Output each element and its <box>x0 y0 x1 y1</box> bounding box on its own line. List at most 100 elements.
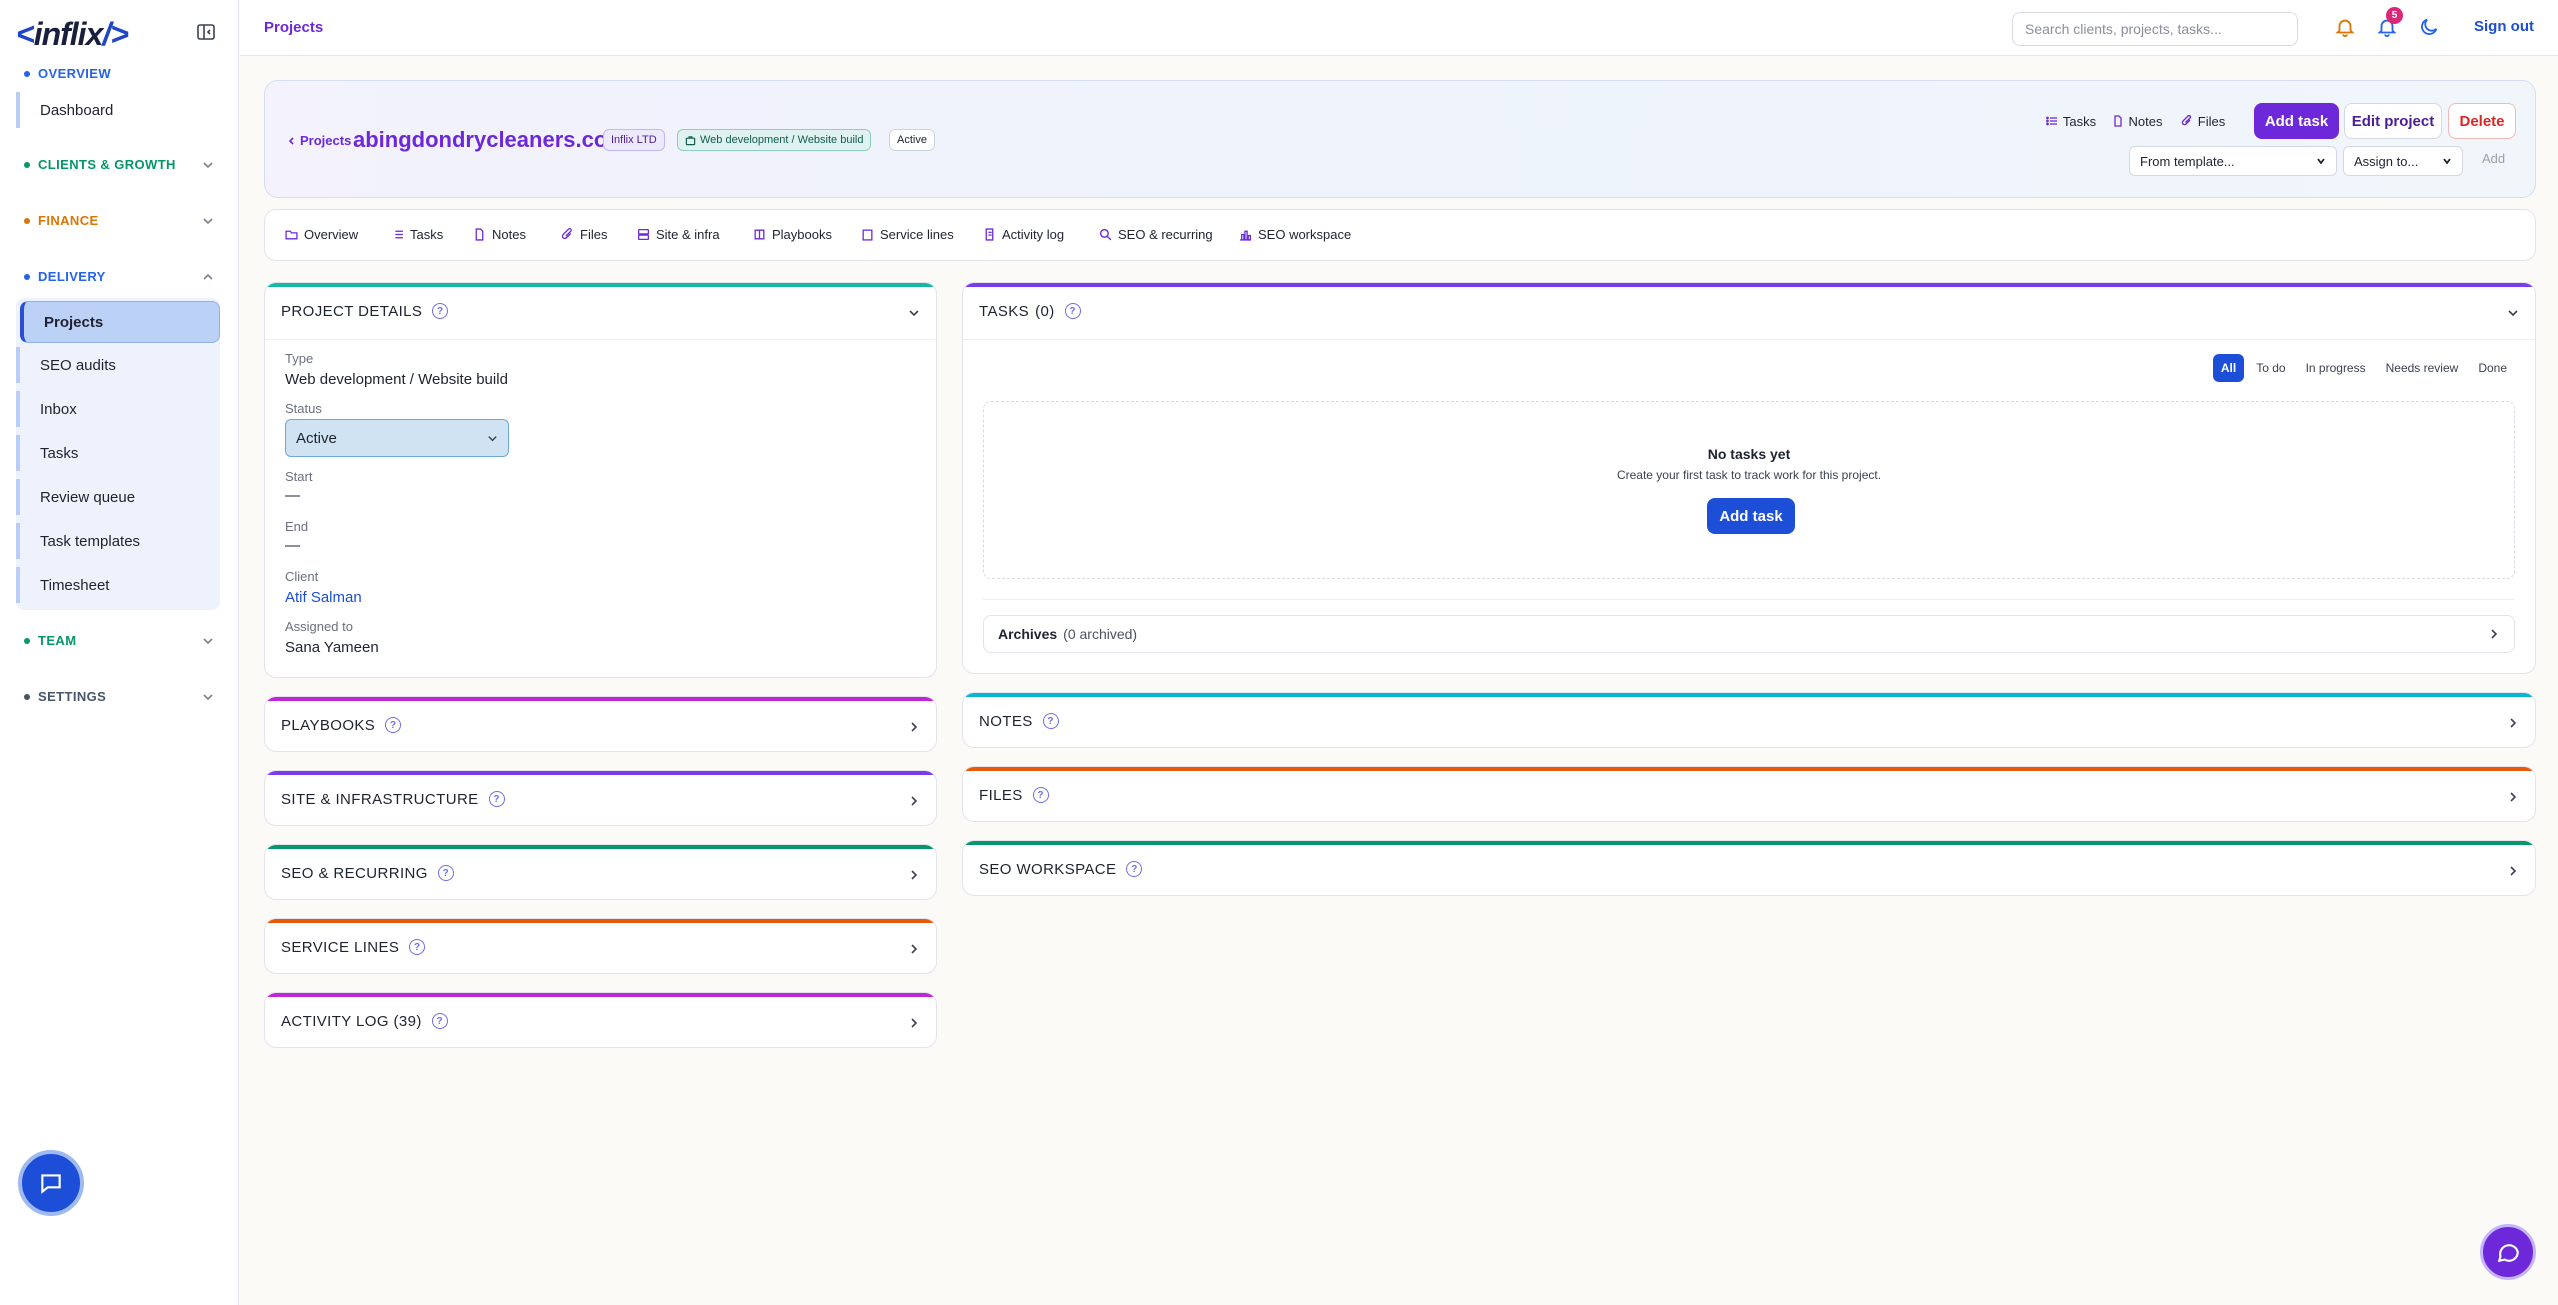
assign-add-button[interactable]: Add <box>2482 151 2505 166</box>
tab-playbooks[interactable]: Playbooks <box>753 227 832 242</box>
app-logo[interactable]: <inflix/> <box>16 16 129 53</box>
nav-section-overview[interactable]: OVERVIEW <box>24 66 214 81</box>
delete-project-button[interactable]: Delete <box>2448 103 2516 139</box>
playbooks-panel[interactable]: PLAYBOOKS? <box>264 696 937 752</box>
nav-section-settings[interactable]: SETTINGS <box>24 689 214 704</box>
filter-to-do[interactable]: To do <box>2248 354 2293 382</box>
empty-add-task-button[interactable]: Add task <box>1707 498 1795 534</box>
filter-all[interactable]: All <box>2212 354 2245 382</box>
tab-label: Tasks <box>410 227 444 242</box>
panel-header[interactable]: PLAYBOOKS? <box>281 697 402 751</box>
nav-section-finance[interactable]: FINANCE <box>24 213 214 228</box>
template-select-value: From template... <box>2140 153 2235 169</box>
dark-mode-icon[interactable] <box>2418 16 2442 40</box>
help-icon[interactable]: ? <box>385 717 402 733</box>
panel-header[interactable]: TASKS (0) ? <box>979 283 1081 339</box>
chevron-right-icon[interactable] <box>908 1017 920 1029</box>
support-chat-button[interactable] <box>18 1150 84 1216</box>
service-lines-panel[interactable]: SERVICE LINES? <box>264 918 937 974</box>
chevron-left-icon <box>288 136 294 145</box>
sidebar-item-review-queue[interactable]: Review queue <box>16 479 220 515</box>
tab-activity-log[interactable]: Activity log <box>983 227 1064 242</box>
header-tasks-button[interactable]: Tasks <box>2041 103 2101 139</box>
filter-needs-review[interactable]: Needs review <box>2378 354 2467 382</box>
tab-label: Activity log <box>1002 227 1065 242</box>
tab-overview[interactable]: Overview <box>285 227 358 242</box>
client-label: Client <box>285 569 319 584</box>
tab-site-infra[interactable]: Site & infra <box>637 227 720 242</box>
sign-out-link[interactable]: Sign out <box>2474 18 2534 35</box>
assign-select[interactable]: Assign to... <box>2343 146 2463 176</box>
edit-project-button[interactable]: Edit project <box>2344 103 2442 139</box>
seo-workspace-panel[interactable]: SEO WORKSPACE? <box>962 840 2536 896</box>
sidebar-item-tasks[interactable]: Tasks <box>16 435 220 471</box>
help-icon[interactable]: ? <box>437 865 454 881</box>
nav-section-clients-growth[interactable]: CLIENTS & GROWTH <box>24 157 214 172</box>
tab-service-lines[interactable]: Service lines <box>861 227 954 242</box>
sidebar-collapse-icon[interactable] <box>196 22 218 44</box>
search-input[interactable] <box>2012 12 2298 46</box>
template-select[interactable]: From template... <box>2129 146 2337 176</box>
project-details-panel: PROJECT DETAILS ? Type Web development /… <box>264 282 937 678</box>
help-icon[interactable]: ? <box>409 939 426 955</box>
assistant-chat-button[interactable] <box>2480 1224 2536 1280</box>
tab-tasks[interactable]: Tasks <box>391 227 443 242</box>
nav-section-label: DELIVERY <box>38 269 106 284</box>
panel-header[interactable]: SEO & RECURRING? <box>281 845 454 899</box>
help-icon[interactable]: ? <box>431 1013 448 1029</box>
panel-header[interactable]: NOTES? <box>979 693 1059 747</box>
header-files-button[interactable]: Files <box>2173 103 2233 139</box>
archives-row[interactable]: Archives (0 archived) <box>983 615 2515 653</box>
files-panel[interactable]: FILES? <box>962 766 2536 822</box>
nav-section-delivery[interactable]: DELIVERY <box>24 269 214 284</box>
notes-panel[interactable]: NOTES? <box>962 692 2536 748</box>
panel-header[interactable]: SITE & INFRASTRUCTURE? <box>281 771 505 825</box>
sidebar-item-projects[interactable]: Projects <box>20 301 220 343</box>
help-icon[interactable]: ? <box>1032 787 1049 803</box>
help-icon[interactable]: ? <box>1126 861 1143 877</box>
tab-files[interactable]: Files <box>561 227 607 242</box>
activity-log-panel[interactable]: ACTIVITY LOG (39)? <box>264 992 937 1048</box>
tab-seo-recurring[interactable]: SEO & recurring <box>1099 227 1213 242</box>
tab-notes[interactable]: Notes <box>473 227 526 242</box>
chevron-right-icon[interactable] <box>2507 791 2519 803</box>
filter-done[interactable]: Done <box>2470 354 2515 382</box>
chevron-right-icon[interactable] <box>908 721 920 733</box>
chevron-right-icon[interactable] <box>2507 865 2519 877</box>
help-icon[interactable]: ? <box>488 791 505 807</box>
header-notes-button[interactable]: Notes <box>2105 103 2169 139</box>
panel-header[interactable]: FILES? <box>979 767 1049 821</box>
chevron-down-icon[interactable] <box>2507 307 2519 319</box>
end-label: End <box>285 519 309 534</box>
panel-header[interactable]: SEO WORKSPACE? <box>979 841 1143 895</box>
help-icon[interactable]: ? <box>1064 303 1081 319</box>
chevron-right-icon[interactable] <box>908 795 920 807</box>
filter-in-progress[interactable]: In progress <box>2298 354 2374 382</box>
sidebar-item-timesheet[interactable]: Timesheet <box>16 567 220 603</box>
add-task-button[interactable]: Add task <box>2254 103 2339 139</box>
section-dot <box>24 693 30 700</box>
bell-icon[interactable] <box>2334 16 2358 40</box>
panel-header[interactable]: ACTIVITY LOG (39)? <box>281 993 448 1047</box>
sidebar-item-seo-audits[interactable]: SEO audits <box>16 347 220 383</box>
nav-section-team[interactable]: TEAM <box>24 633 214 648</box>
chevron-right-icon[interactable] <box>908 869 920 881</box>
chevron-right-icon[interactable] <box>908 943 920 955</box>
client-link[interactable]: Atif Salman <box>285 589 362 606</box>
panel-header[interactable]: SERVICE LINES? <box>281 919 426 973</box>
chevron-down-icon[interactable] <box>908 307 920 319</box>
sidebar-item-task-templates[interactable]: Task templates <box>16 523 220 559</box>
seo-recurring-panel[interactable]: SEO & RECURRING? <box>264 844 937 900</box>
back-to-projects-link[interactable]: Projects <box>287 133 351 148</box>
breadcrumb[interactable]: Projects <box>264 19 323 36</box>
chevron-right-icon[interactable] <box>2507 717 2519 729</box>
site-infrastructure-panel[interactable]: SITE & INFRASTRUCTURE? <box>264 770 937 826</box>
status-select[interactable]: Active <box>285 419 509 457</box>
project-type-badge-label: Web development / Website build <box>700 134 864 146</box>
sidebar-item-inbox[interactable]: Inbox <box>16 391 220 427</box>
panel-header[interactable]: PROJECT DETAILS ? <box>281 283 449 339</box>
tab-seo-workspace[interactable]: SEO workspace <box>1239 227 1351 242</box>
help-icon[interactable]: ? <box>432 303 449 319</box>
help-icon[interactable]: ? <box>1042 713 1059 729</box>
sidebar-item-dashboard[interactable]: Dashboard <box>16 92 220 128</box>
